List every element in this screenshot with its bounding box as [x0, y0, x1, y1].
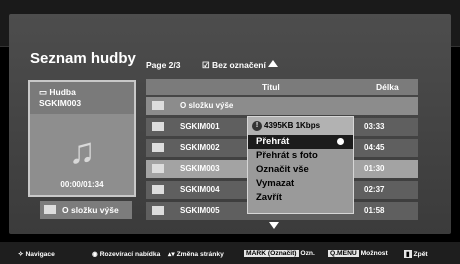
scroll-up-icon[interactable] — [268, 60, 278, 67]
table-row[interactable]: O složku výše — [146, 97, 418, 115]
screen: Seznam hudby Page 2/3 ☑ Bez označení ▭ H… — [0, 0, 460, 264]
music-note-icon: ♫ — [68, 130, 96, 171]
mark-key: MARK (Označit) — [244, 250, 299, 257]
nav-arrows-icon: ✧ — [18, 251, 24, 258]
music-file-icon — [152, 122, 164, 131]
menu-item-mark-all[interactable]: Označit vše — [248, 163, 353, 177]
folder-icon — [152, 101, 164, 110]
page-indicator: Page 2/3 — [146, 60, 181, 70]
selection-filter[interactable]: ☑ Bez označení — [202, 60, 266, 71]
now-playing-panel: ▭ Hudba SGKIM003 ♫ 00:00/01:34 — [28, 80, 136, 197]
menu-item-play-with-photo[interactable]: Přehrát s foto — [248, 149, 353, 163]
selected-dot-icon — [337, 138, 344, 145]
qmenu-key: Q.MENU — [328, 250, 359, 257]
option-hint: Q.MENU Možnost — [328, 250, 388, 257]
ok-icon: ◉ — [92, 251, 98, 258]
music-file-icon — [152, 206, 164, 215]
menu-item-close[interactable]: Zavřít — [248, 191, 353, 205]
context-menu: ! 4395KB 1Kbps Přehrát Přehrát s foto Oz… — [247, 116, 354, 214]
music-file-icon — [152, 185, 164, 194]
mark-hint: MARK (Označit) Ozn. — [244, 250, 315, 257]
page-title: Seznam hudby — [30, 50, 136, 67]
up-folder-button[interactable]: O složku výše — [40, 201, 132, 219]
menu-item-play[interactable]: Přehrát — [248, 135, 353, 149]
music-file-icon — [152, 143, 164, 152]
dropdown-hint: ◉ Rozevírací nabídka — [92, 251, 161, 258]
playback-time: 00:00/01:34 — [60, 180, 104, 189]
checkbox-icon: ☑ — [202, 60, 210, 70]
footer-bar: ✧ Navigace ◉ Rozevírací nabídka ▴▾ Změna… — [0, 242, 460, 264]
folder-up-icon — [44, 205, 56, 214]
folder-icon: ▭ — [39, 87, 48, 97]
navigation-hint: ✧ Navigace — [18, 251, 55, 258]
back-hint: ▮ Zpět — [404, 250, 428, 258]
folder-header: ▭ Hudba SGKIM003 — [30, 82, 134, 114]
page-key-icon: ▴▾ — [168, 251, 175, 258]
page-change-hint: ▴▾ Změna stránky — [168, 251, 224, 258]
current-track: SGKIM003 — [39, 98, 82, 108]
menu-item-delete[interactable]: Vymazat — [248, 177, 353, 191]
back-key-icon: ▮ — [404, 250, 412, 258]
table-header: Titul Délka — [146, 79, 418, 95]
music-file-icon — [152, 164, 164, 173]
scroll-down-icon[interactable] — [269, 222, 279, 229]
file-info: ! 4395KB 1Kbps — [248, 117, 353, 135]
info-icon: ! — [252, 121, 262, 131]
